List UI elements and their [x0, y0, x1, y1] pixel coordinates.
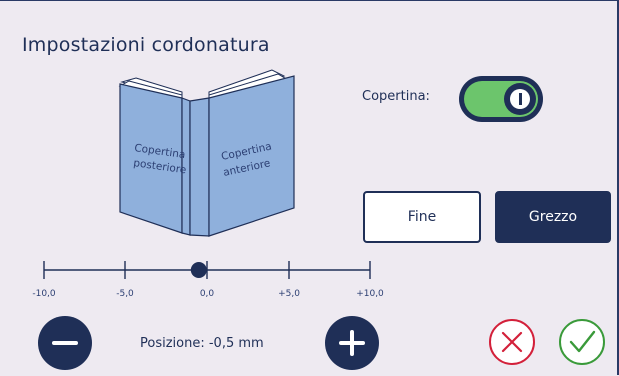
slider-handle — [190, 262, 207, 278]
toggle-knob-icon — [504, 83, 536, 115]
tick-label-minus-10: -10,0 — [32, 289, 56, 299]
confirm-button[interactable] — [558, 318, 606, 366]
tick-label-0: 0,0 — [199, 289, 215, 299]
tick-label-minus-5: -5,0 — [116, 289, 134, 299]
tick-label-plus-10: +10,0 — [356, 289, 384, 299]
increase-button[interactable] — [325, 316, 379, 370]
decrease-button[interactable] — [38, 316, 92, 370]
page-title: Impostazioni cordonatura — [22, 34, 270, 56]
position-readout: Posizione: -0,5 mm — [140, 336, 264, 351]
minus-icon — [52, 341, 78, 345]
cover-toggle-label: Copertina: — [362, 89, 430, 104]
grezzo-button[interactable]: Grezzo — [495, 191, 611, 243]
cancel-button[interactable] — [488, 318, 536, 366]
book-illustration: Copertina posteriore Copertina anteriore — [118, 69, 295, 237]
plus-icon — [339, 330, 365, 356]
check-circle-icon — [559, 319, 605, 365]
fine-button[interactable]: Fine — [363, 191, 481, 243]
tick-label-plus-5: +5,0 — [278, 289, 300, 299]
cover-toggle[interactable] — [459, 76, 543, 122]
position-slider[interactable] — [30, 255, 390, 285]
x-circle-icon — [489, 319, 535, 365]
